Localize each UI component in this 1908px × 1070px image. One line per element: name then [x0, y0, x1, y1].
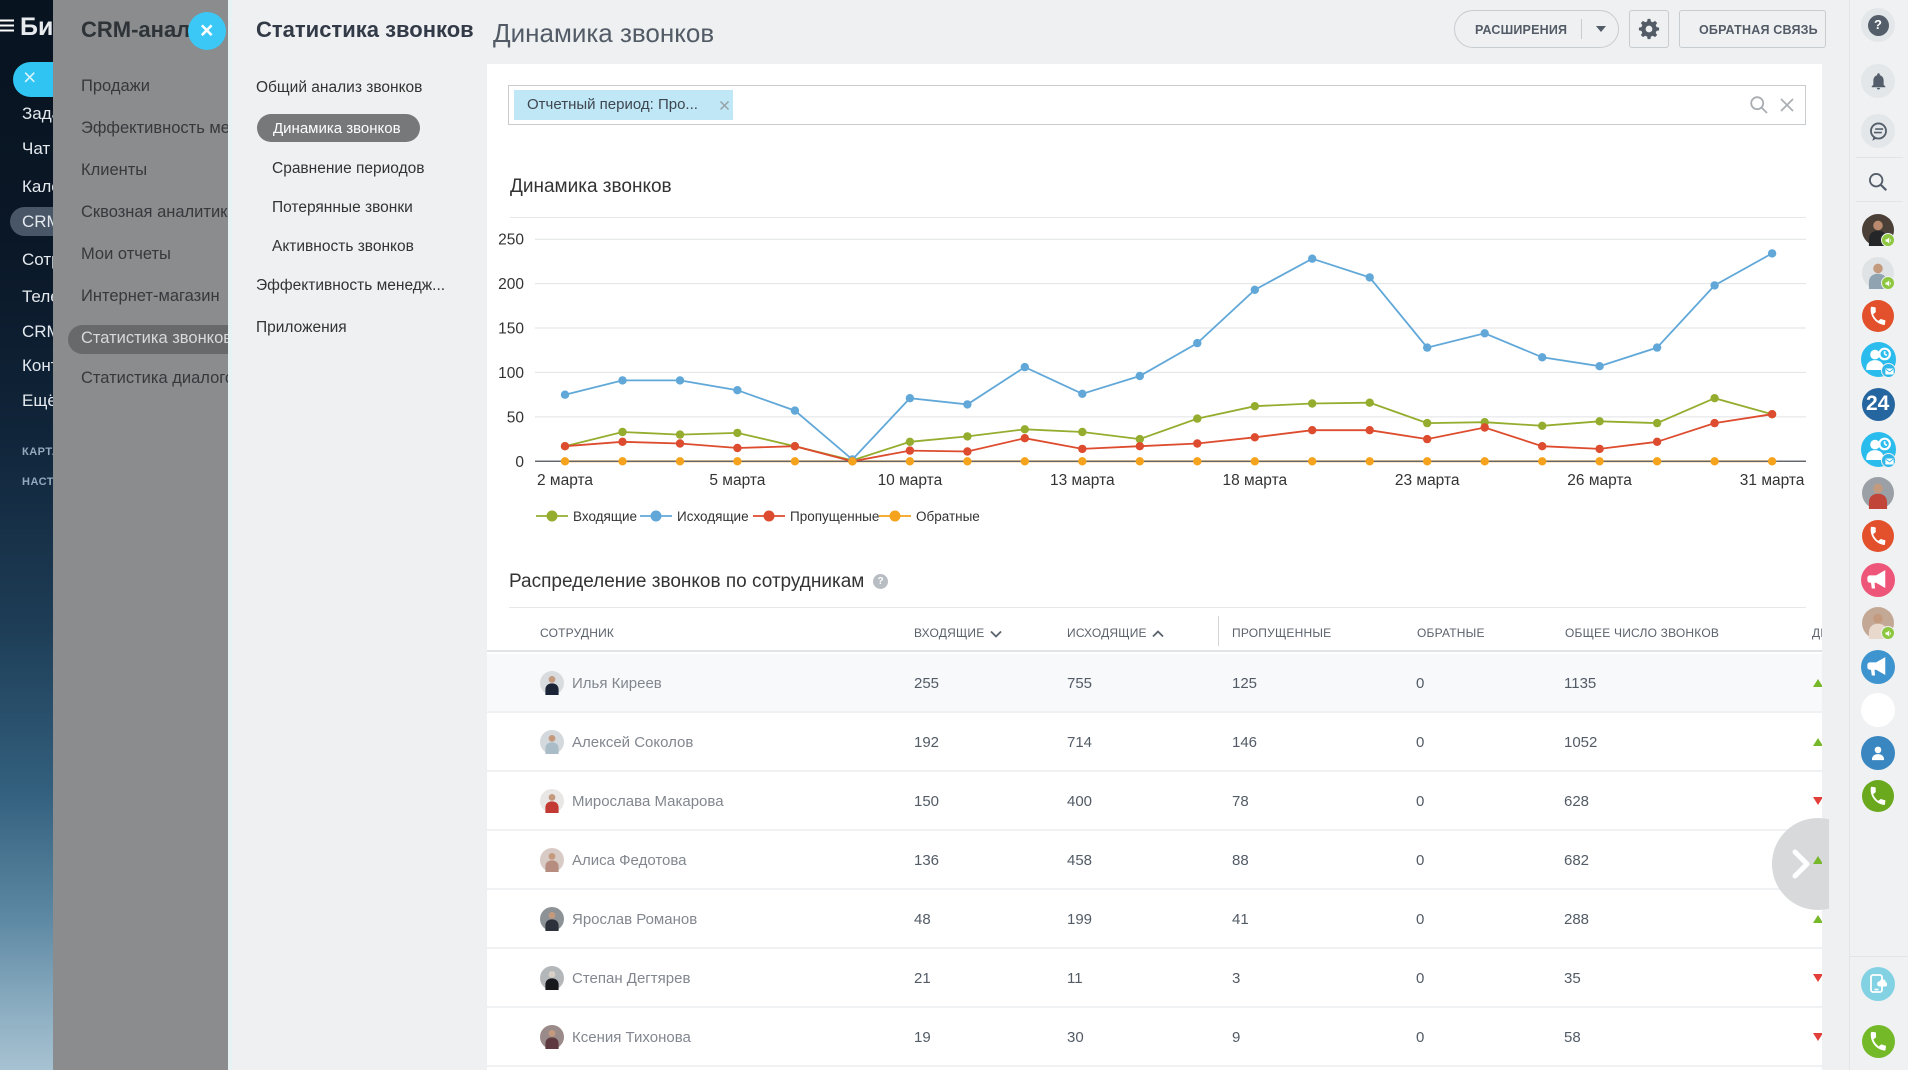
svg-text:Исходящие: Исходящие	[677, 509, 749, 524]
svg-text:Пропущенные: Пропущенные	[790, 509, 879, 524]
svg-text:50: 50	[507, 409, 525, 426]
svg-text:Обратные: Обратные	[916, 509, 980, 524]
svg-text:150: 150	[498, 321, 524, 338]
svg-text:13 марта: 13 марта	[1050, 472, 1115, 489]
svg-text:5 марта: 5 марта	[709, 472, 765, 489]
svg-text:Входящие: Входящие	[573, 509, 637, 524]
svg-text:100: 100	[498, 365, 524, 382]
svg-text:10 марта: 10 марта	[878, 472, 943, 489]
svg-text:2 марта: 2 марта	[537, 472, 593, 489]
svg-text:200: 200	[498, 276, 524, 293]
svg-text:23 марта: 23 марта	[1395, 472, 1460, 489]
svg-text:26 марта: 26 марта	[1567, 472, 1632, 489]
svg-text:31 марта: 31 марта	[1740, 472, 1805, 489]
svg-text:250: 250	[498, 232, 524, 249]
svg-text:0: 0	[515, 454, 524, 471]
svg-text:18 марта: 18 марта	[1222, 472, 1287, 489]
